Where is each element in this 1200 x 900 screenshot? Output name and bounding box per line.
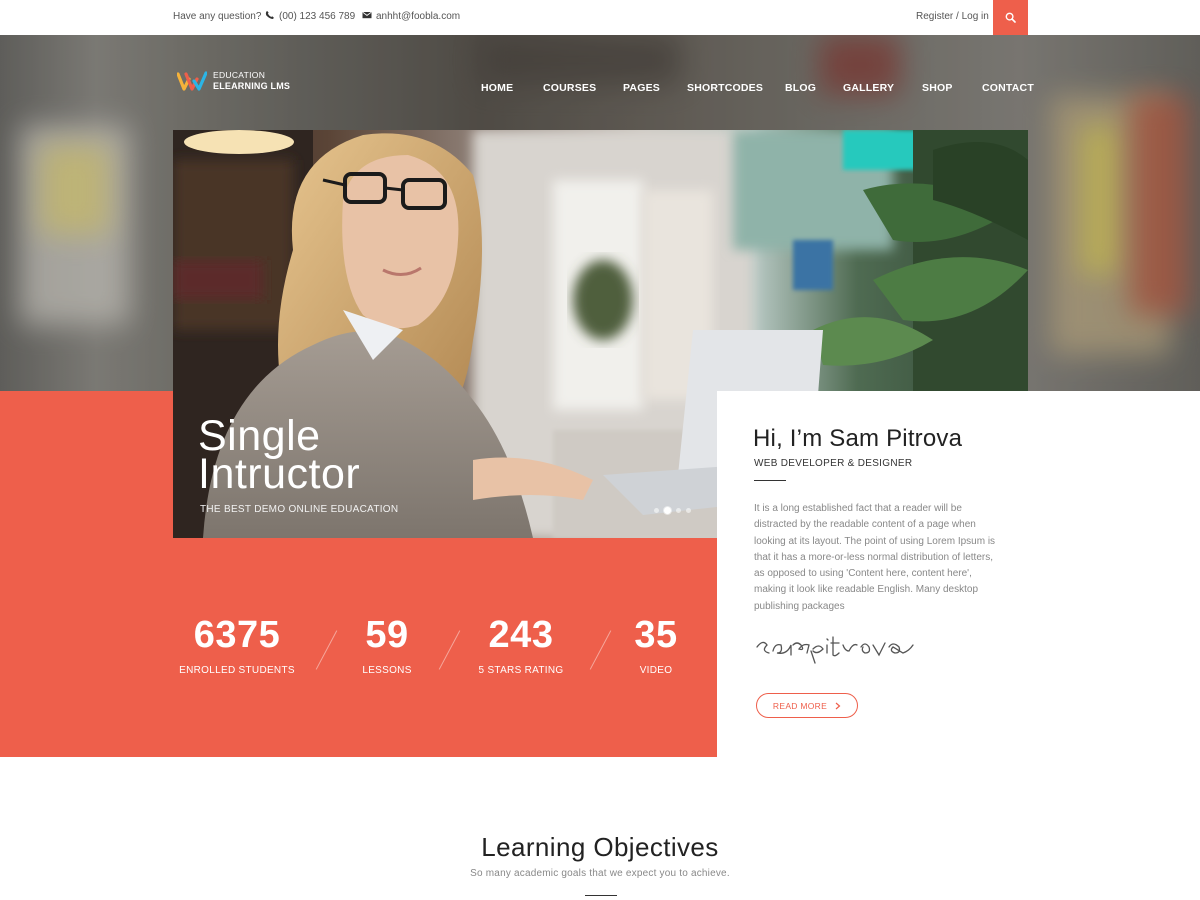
stat-enrolled-students: 6375 ENROLLED STUDENTS <box>179 613 295 676</box>
envelope-icon <box>362 12 372 19</box>
nav-shop[interactable]: SHOP <box>922 82 953 94</box>
stat-label: 5 STARS RATING <box>478 665 564 676</box>
search-button[interactable] <box>993 0 1028 35</box>
stat-value: 6375 <box>193 614 281 656</box>
instructor-name: Hi, I’m Sam Pitrova <box>753 425 963 452</box>
section-subtitle: So many academic goals that we expect yo… <box>470 868 730 879</box>
instructor-card: Hi, I’m Sam Pitrova WEB DEVELOPER & DESI… <box>717 391 1028 757</box>
question-text: Have any question? <box>173 11 262 22</box>
slider-dots <box>654 507 691 514</box>
slider-dot-4[interactable] <box>686 508 691 513</box>
nav-pages[interactable]: PAGES <box>623 82 660 94</box>
slider-dot-2[interactable] <box>664 507 671 514</box>
w-logo-icon <box>177 71 207 91</box>
stat-value: 35 <box>634 614 678 656</box>
stat-label: VIDEO <box>639 665 673 676</box>
nav-home[interactable]: HOME <box>481 82 513 94</box>
read-more-label: READ MORE <box>772 700 828 711</box>
phone-contact[interactable]: (00) 123 456 789 <box>265 0 355 35</box>
nav-courses[interactable]: COURSES <box>543 82 596 94</box>
nav-blog[interactable]: BLOG <box>785 82 816 94</box>
section-title: Learning Objectives <box>481 832 719 862</box>
stat-value: 243 <box>488 614 554 656</box>
stat-label: LESSONS <box>362 665 412 676</box>
search-icon <box>1005 12 1016 23</box>
site-logo[interactable]: EDUCATION ELEARNING LMS <box>177 70 290 92</box>
instructor-bio: It is a long established fact that a rea… <box>754 503 996 612</box>
section-divider <box>585 895 617 896</box>
logo-line-2: ELEARNING LMS <box>213 81 291 91</box>
read-more-button[interactable]: READ MORE <box>756 693 858 718</box>
stat-value: 59 <box>365 614 409 656</box>
email-contact[interactable]: anhht@foobla.com <box>362 0 460 35</box>
slider-dot-1[interactable] <box>654 508 659 513</box>
stat-label: ENROLLED STUDENTS <box>179 665 295 676</box>
stat-lessons: 59 LESSONS <box>347 613 427 676</box>
slider-dot-3[interactable] <box>676 508 681 513</box>
nav-contact[interactable]: CONTACT <box>982 82 1034 94</box>
phone-icon <box>265 11 274 20</box>
nav-gallery[interactable]: GALLERY <box>843 82 894 94</box>
phone-number: (00) 123 456 789 <box>279 11 356 22</box>
instructor-role: WEB DEVELOPER & DESIGNER <box>754 458 913 469</box>
slide-title-line-2: Intructor <box>198 450 361 498</box>
register-login-link[interactable]: Register / Log in <box>916 0 989 35</box>
chevron-right-icon <box>835 702 841 709</box>
slide-title: Single Intructor <box>198 415 360 496</box>
logo-line-1: EDUCATION <box>213 70 266 80</box>
stat-rating: 243 5 STARS RATING <box>471 613 571 676</box>
stat-video: 35 VIDEO <box>621 613 691 676</box>
nav-shortcodes[interactable]: SHORTCODES <box>687 82 763 94</box>
top-bar: Have any question? (00) 123 456 789 anhh… <box>0 0 1200 35</box>
divider <box>754 480 786 481</box>
slide-subtitle: THE BEST DEMO ONLINE EDUACATION <box>200 504 399 515</box>
email-address: anhht@foobla.com <box>376 11 461 22</box>
signature-image: sampitrova <box>756 636 914 664</box>
